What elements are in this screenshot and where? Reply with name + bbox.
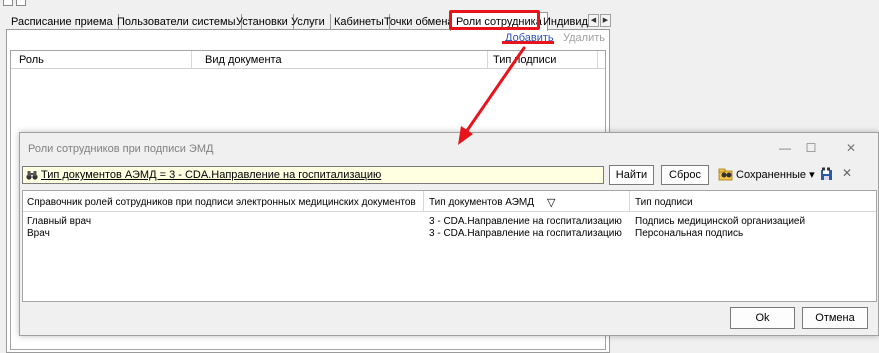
column-signature-type[interactable]: Тип подписи: [493, 54, 556, 66]
close-icon[interactable]: ✕: [838, 139, 864, 157]
column-role[interactable]: Роль: [19, 54, 44, 66]
reset-button[interactable]: Сброс: [661, 165, 709, 185]
cell-doc-type: 3 - CDA.Направление на госпитализацию: [429, 228, 622, 239]
tab-services[interactable]: Услуги: [286, 14, 331, 30]
cell-signature: Персональная подпись: [635, 228, 744, 239]
sort-desc-icon[interactable]: ▽: [547, 196, 555, 209]
find-button[interactable]: Найти: [609, 165, 654, 185]
filter-bar[interactable]: Тип документов АЭМД = 3 - CDA.Направлени…: [22, 166, 604, 184]
maximize-icon[interactable]: ☐: [798, 139, 824, 157]
binoculars-icon: [26, 171, 38, 180]
cell-role: Главный врач: [27, 216, 92, 227]
tab-schedule[interactable]: Расписание приема: [6, 14, 119, 30]
dialog-grid: Справочник ролей сотрудников при подписи…: [22, 190, 877, 302]
saved-filters-icon: [718, 168, 733, 181]
column-role-directory[interactable]: Справочник ролей сотрудников при подписи…: [27, 197, 416, 208]
minimize-icon[interactable]: —: [772, 139, 798, 157]
tab-individual[interactable]: Индивид: [538, 14, 588, 30]
save-disk-icon[interactable]: [820, 167, 834, 181]
filter-close-icon[interactable]: ✕: [842, 166, 852, 180]
column-document-type[interactable]: Вид документа: [205, 54, 282, 66]
tab-settings[interactable]: Установки: [231, 14, 294, 30]
filter-text[interactable]: Тип документов АЭМД = 3 - CDA.Направлени…: [41, 169, 381, 181]
toolbar-icon[interactable]: [16, 0, 26, 6]
tab-scroll-left-icon[interactable]: ◀: [588, 14, 599, 27]
delete-link[interactable]: Удалить: [563, 32, 605, 44]
highlight-underline: [502, 41, 554, 44]
grid-header: Роль Вид документа Тип подписи: [11, 51, 605, 69]
highlight-box: [449, 10, 540, 30]
ok-button[interactable]: Ok: [730, 307, 795, 329]
cell-role: Врач: [27, 228, 50, 239]
cancel-button[interactable]: Отмена: [802, 307, 868, 329]
cell-signature: Подпись медицинской организацией: [635, 216, 806, 227]
tab-system-users[interactable]: Пользователи системы: [112, 14, 242, 30]
emd-roles-dialog: Роли сотрудников при подписи ЭМД — ☐ ✕ Т…: [19, 132, 879, 336]
column-aemd-doc-type[interactable]: Тип документов АЭМД: [429, 197, 534, 208]
dialog-title: Роли сотрудников при подписи ЭМД: [28, 143, 214, 155]
saved-filters-dropdown[interactable]: Сохраненные ▾: [736, 168, 815, 181]
tab-exchange-points[interactable]: Точки обмена: [379, 14, 460, 30]
column-signature-type[interactable]: Тип подписи: [635, 197, 693, 208]
tab-scroll-right-icon[interactable]: ▶: [600, 14, 611, 27]
toolbar-icon[interactable]: [3, 0, 13, 6]
cell-doc-type: 3 - CDA.Направление на госпитализацию: [429, 216, 622, 227]
